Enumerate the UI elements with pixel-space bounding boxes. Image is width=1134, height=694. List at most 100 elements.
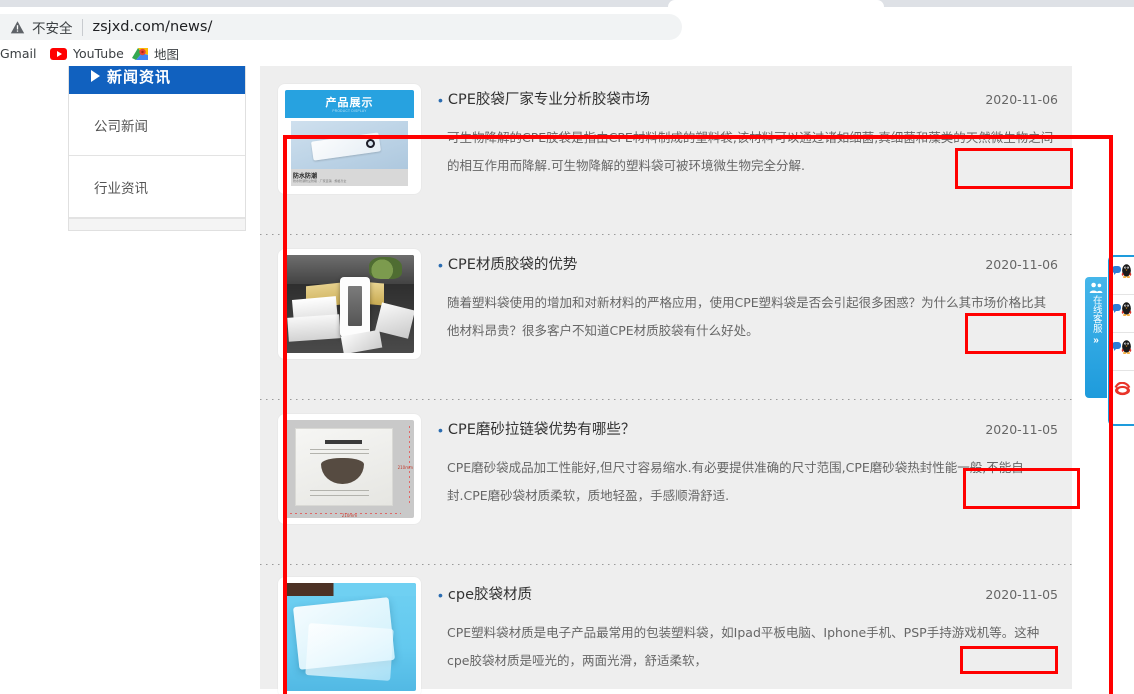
chevron-right-icon[interactable]: »	[1093, 335, 1099, 346]
omnibox-divider	[81, 18, 83, 36]
news-date: 2020-11-06	[985, 92, 1058, 107]
sidebar-item-label: 公司新闻	[94, 118, 148, 135]
bullet-icon: •	[438, 422, 443, 438]
news-thumbnail[interactable]	[278, 577, 421, 694]
phone-contact-row[interactable]	[1110, 371, 1134, 409]
news-item-body: • CPE胶袋厂家专业分析胶袋市场 2020-11-06 可生物降解的CPE胶袋…	[438, 90, 1058, 180]
chat-bubble-icon	[1112, 304, 1121, 313]
bookmark-youtube[interactable]: YouTube	[50, 41, 124, 66]
thumb-photo	[285, 255, 414, 353]
thumb-photo: 210mm 210mm	[285, 420, 414, 518]
browser-toolbar: 不安全 zsjxd.com/news/	[0, 9, 1134, 41]
customer-service-label: 在线客服	[1090, 295, 1102, 333]
sidebar-header: 新闻资讯	[69, 66, 245, 94]
address-bar[interactable]: 不安全 zsjxd.com/news/	[0, 14, 682, 40]
thumb-shape-print-line	[309, 448, 370, 451]
news-thumbnail[interactable]	[278, 249, 421, 359]
qq-contact-row[interactable]	[1110, 333, 1134, 371]
people-icon	[1089, 281, 1103, 293]
customer-service-toggle-tab[interactable]: 在线客服 »	[1085, 277, 1107, 398]
thumb-caption-bar: 防水防潮 防水防潮防尘防霉 · 厂家直销 · 规格齐全	[291, 169, 408, 186]
thumb-shape-print-line	[309, 494, 370, 496]
thumb-shape-print-line	[309, 489, 370, 492]
bookmark-maps[interactable]: 地图	[132, 41, 179, 66]
bullet-icon: •	[438, 257, 443, 273]
sidebar-item-label: 行业资讯	[94, 180, 148, 197]
thumb-photo	[291, 121, 408, 169]
bookmark-label-maps: 地图	[154, 47, 180, 62]
news-list-item[interactable]: 产品展示 PRODUCT DISPLAY 防水防潮 防水防潮防尘防霉 · 厂家直…	[260, 70, 1074, 235]
news-title-row: • CPE磨砂拉链袋优势有哪些？ 2020-11-05	[438, 420, 1058, 440]
news-item-body: • CPE材质胶袋的优势 2020-11-06 随着塑料袋使用的增加和对新材料的…	[438, 255, 1058, 345]
news-title-row: • CPE材质胶袋的优势 2020-11-06	[438, 255, 1058, 275]
thumb-shape-zip-bag	[295, 427, 394, 507]
play-triangle-icon	[91, 70, 100, 82]
thumb-shape-bag-lower	[305, 623, 394, 681]
thumb-shape-mask	[321, 457, 364, 484]
news-title[interactable]: CPE磨砂拉链袋优势有哪些？	[448, 420, 985, 440]
news-item-body: • cpe胶袋材质 2020-11-05 CPE塑料袋材质是电子产品最常用的包装…	[438, 585, 1058, 675]
news-title-row: • CPE胶袋厂家专业分析胶袋市场 2020-11-06	[438, 90, 1058, 110]
news-thumbnail[interactable]: 产品展示 PRODUCT DISPLAY 防水防潮 防水防潮防尘防霉 · 厂家直…	[278, 84, 421, 194]
news-list-item[interactable]: • CPE材质胶袋的优势 2020-11-06 随着塑料袋使用的增加和对新材料的…	[260, 235, 1074, 400]
sidebar-header-label: 新闻资讯	[107, 67, 172, 86]
thumb-caption-subtext: 防水防潮防尘防霉 · 厂家直销 · 规格齐全	[293, 179, 347, 183]
thumb-shape-print-title	[325, 440, 362, 445]
qq-penguin-icon	[1121, 339, 1132, 354]
online-customer-service-widget: 在线客服 »	[1085, 255, 1134, 426]
not-secure-warning-icon	[10, 20, 25, 35]
thumb-shape-print-line	[309, 452, 370, 454]
news-title[interactable]: cpe胶袋材质	[448, 585, 985, 605]
thumb-banner-label: 产品展示	[325, 96, 374, 109]
news-thumbnail-image-mask-zipper-bag: 210mm 210mm	[285, 420, 414, 518]
thumb-photo	[283, 583, 416, 691]
thumb-dimension-label-right: 210mm	[397, 465, 413, 471]
news-date: 2020-11-05	[985, 422, 1058, 437]
telephone-icon	[1114, 381, 1131, 396]
thumb-dimension-label-bottom: 210mm	[341, 513, 358, 518]
thumb-shape-phone-screen	[348, 286, 363, 326]
news-title[interactable]: CPE材质胶袋的优势	[448, 255, 985, 275]
news-date: 2020-11-05	[985, 587, 1058, 602]
sidebar-item-company-news[interactable]: 公司新闻	[69, 94, 245, 156]
thumb-banner-subtext: PRODUCT DISPLAY	[332, 109, 367, 113]
not-secure-label: 不安全	[32, 21, 73, 37]
bookmarks-bar: Gmail YouTube 地图	[0, 41, 1134, 66]
news-list-item[interactable]: 210mm 210mm • CPE磨砂拉链袋优势有哪些？ 2020-11-05 …	[260, 400, 1074, 565]
news-title[interactable]: CPE胶袋厂家专业分析胶袋市场	[448, 90, 985, 110]
page-viewport: 新闻资讯 公司新闻 行业资讯 产品展示 PRODUCT DISPLAY 防水防潮…	[0, 66, 1134, 694]
bookmark-label-gmail: Gmail	[0, 46, 37, 61]
sidebar-news-nav: 新闻资讯 公司新闻 行业资讯	[68, 66, 246, 231]
news-title-row: • cpe胶袋材质 2020-11-05	[438, 585, 1058, 605]
youtube-icon	[50, 47, 67, 60]
bookmark-label-youtube: YouTube	[73, 46, 124, 61]
news-thumbnail-image-product-showcase: 产品展示 PRODUCT DISPLAY 防水防潮 防水防潮防尘防霉 · 厂家直…	[285, 90, 414, 188]
url-text[interactable]: zsjxd.com/news/	[93, 19, 213, 35]
chat-bubble-icon	[1112, 266, 1121, 275]
news-description: CPE塑料袋材质是电子产品最常用的包装塑料袋，如Ipad平板电脑、Iphone手…	[447, 625, 1040, 668]
qq-contact-row[interactable]	[1110, 295, 1134, 333]
news-date: 2020-11-06	[985, 257, 1058, 272]
qq-contact-row[interactable]	[1110, 257, 1134, 295]
qq-penguin-icon	[1121, 263, 1132, 278]
news-description: 随着塑料袋使用的增加和对新材料的严格应用，使用CPE塑料袋是否会引起很多困惑？为…	[447, 295, 1047, 338]
chat-bubble-icon	[1112, 342, 1121, 351]
news-description: 可生物降解的CPE胶袋是指由CPE材料制成的塑料袋,该材料可以通过诸如细菌,真细…	[447, 130, 1054, 173]
news-description: CPE磨砂袋成品加工性能好,但尺寸容易缩水.有必要提供准确的尺寸范围,CPE磨砂…	[447, 460, 1024, 503]
thumb-shape-plant	[368, 256, 403, 279]
news-thumbnail[interactable]: 210mm 210mm	[278, 414, 421, 524]
browser-chrome: 不安全 zsjxd.com/news/ Gmail YouTube 地图	[0, 0, 1134, 66]
news-list: 产品展示 PRODUCT DISPLAY 防水防潮 防水防潮防尘防霉 · 厂家直…	[260, 66, 1074, 694]
sidebar-item-industry-news[interactable]: 行业资讯	[69, 156, 245, 218]
google-maps-icon	[132, 47, 148, 61]
bookmark-gmail[interactable]: Gmail	[0, 41, 36, 66]
bullet-icon: •	[438, 92, 443, 108]
customer-service-contact-panel	[1108, 255, 1134, 426]
thumb-shape-box-white-2	[286, 313, 340, 342]
sidebar-footer-strip	[69, 218, 245, 230]
news-item-body: • CPE磨砂拉链袋优势有哪些？ 2020-11-05 CPE磨砂袋成品加工性能…	[438, 420, 1058, 510]
bullet-icon: •	[438, 587, 443, 603]
news-thumbnail-image-phone-packaging	[285, 255, 414, 353]
qq-penguin-icon	[1121, 301, 1132, 316]
news-list-item[interactable]: • cpe胶袋材质 2020-11-05 CPE塑料袋材质是电子产品最常用的包装…	[260, 565, 1072, 694]
